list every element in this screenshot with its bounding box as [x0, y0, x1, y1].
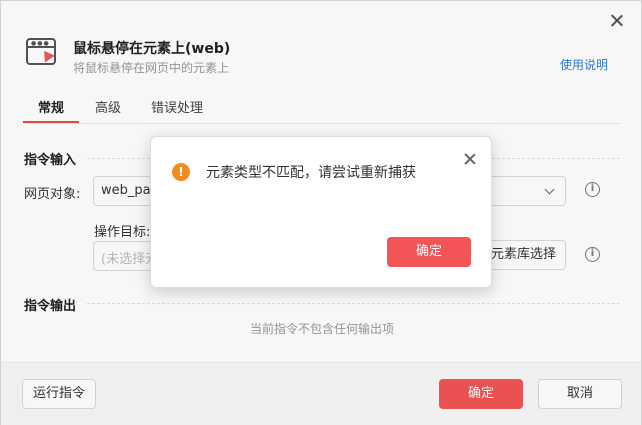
alert-confirm-button[interactable]: 确定 — [387, 237, 471, 267]
alert-message: 元素类型不匹配，请尝试重新捕获 — [206, 165, 416, 181]
close-icon[interactable] — [463, 152, 477, 166]
exclamation-circle-icon: ! — [172, 163, 190, 181]
alert-dialog: ! 元素类型不匹配，请尝试重新捕获 确定 — [150, 136, 492, 288]
